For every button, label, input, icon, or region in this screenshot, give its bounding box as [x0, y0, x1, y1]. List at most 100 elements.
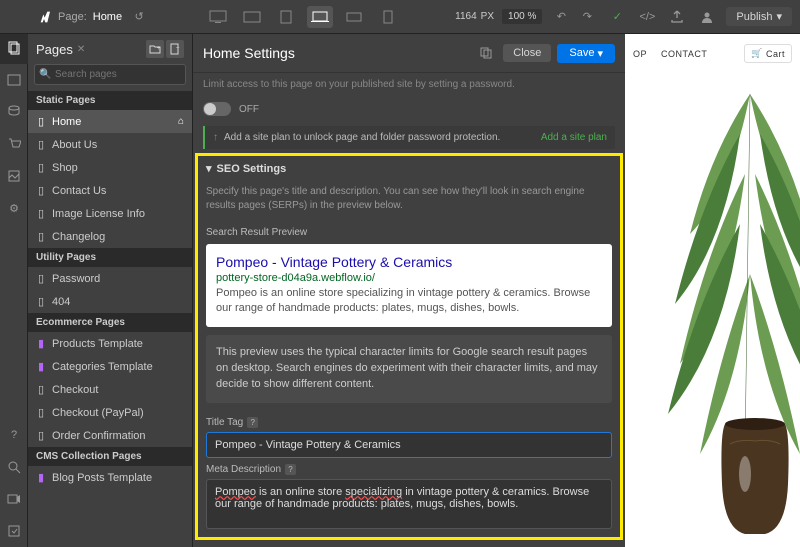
close-panel-icon[interactable]: ✕ — [77, 44, 85, 55]
serp-url: pottery-store-d04a9a.webflow.io/ — [216, 270, 602, 286]
audit-icon[interactable] — [0, 515, 28, 547]
page-item-license[interactable]: ▯Image License Info — [28, 202, 192, 225]
publish-button[interactable]: Publish▾ — [726, 7, 792, 26]
add-site-plan-link[interactable]: Add a site plan — [541, 132, 607, 143]
password-desc: Limit access to this page on your publis… — [203, 73, 615, 96]
page-item-order-confirm[interactable]: ▯Order Confirmation — [28, 424, 192, 447]
video-icon[interactable] — [0, 483, 28, 515]
px-label: PX — [481, 11, 494, 22]
copy-icon[interactable] — [475, 42, 497, 64]
code-icon[interactable]: </> — [636, 6, 658, 28]
upsell-text: Add a site plan to unlock page and folde… — [224, 132, 541, 143]
nav-link[interactable]: CONTACT — [661, 49, 707, 59]
search-icon: 🔍 — [39, 69, 51, 80]
page-item-password[interactable]: ▯Password — [28, 267, 192, 290]
ecommerce-pages-header: Ecommerce Pages — [28, 313, 192, 332]
page-item-contact[interactable]: ▯Contact Us — [28, 179, 192, 202]
meta-desc-label: Meta Description — [206, 464, 281, 475]
serp-title: Pompeo - Vintage Pottery & Ceramics — [216, 254, 602, 270]
page-icon: ▯ — [36, 207, 46, 220]
status-ok-icon: ✓ — [606, 6, 628, 28]
viewport-desktop-icon[interactable] — [205, 6, 231, 28]
undo-icon[interactable]: ↺ — [128, 6, 150, 28]
search-icon[interactable] — [0, 451, 28, 483]
seo-settings-header[interactable]: ▾SEO Settings — [206, 156, 612, 181]
template-icon: ▮ — [36, 337, 46, 350]
page-icon: ▯ — [36, 272, 46, 285]
viewport-tablet-landscape-icon[interactable] — [239, 6, 265, 28]
svg-text:+: + — [157, 46, 161, 52]
serp-info-box: This preview uses the typical character … — [206, 335, 612, 403]
chevron-down-icon: ▾ — [206, 162, 212, 175]
search-preview-label: Search Result Preview — [206, 221, 612, 242]
svg-text:+: + — [176, 46, 180, 52]
seo-desc: Specify this page's title and descriptio… — [206, 181, 612, 221]
page-item-shop[interactable]: ▯Shop — [28, 156, 192, 179]
page-item-checkout-paypal[interactable]: ▯Checkout (PayPal) — [28, 401, 192, 424]
ecommerce-icon[interactable] — [0, 128, 28, 160]
page-icon: ▯ — [36, 184, 46, 197]
search-pages-input[interactable] — [34, 64, 186, 85]
pct-label: % — [527, 11, 536, 22]
page-item-changelog[interactable]: ▯Changelog — [28, 225, 192, 248]
page-label: Page: — [58, 11, 87, 23]
new-folder-button[interactable]: + — [146, 40, 164, 58]
static-pages-header: Static Pages — [28, 91, 192, 110]
template-icon: ▮ — [36, 471, 46, 484]
webflow-logo-icon — [36, 9, 52, 25]
help-icon[interactable]: ? — [247, 417, 258, 428]
page-item-blog-tpl[interactable]: ▮Blog Posts Template — [28, 466, 192, 489]
person-icon[interactable] — [696, 6, 718, 28]
undo-icon[interactable]: ↶ — [550, 6, 572, 28]
page-icon: ▯ — [36, 230, 46, 243]
page-item-home[interactable]: ▯Home⌂ — [28, 110, 192, 133]
cart-button[interactable]: 🛒Cart — [744, 44, 792, 63]
canvas-width[interactable]: 1164 — [455, 11, 477, 22]
zoom-value[interactable]: 100 — [508, 11, 525, 22]
page-name[interactable]: Home — [93, 11, 122, 23]
page-icon: ▯ — [36, 161, 46, 174]
canvas-preview[interactable]: OP CONTACT 🛒Cart — [625, 34, 800, 547]
template-icon: ▮ — [36, 360, 46, 373]
viewport-mobile-icon[interactable] — [375, 6, 401, 28]
viewport-mobile-landscape-icon[interactable] — [341, 6, 367, 28]
hero-plant-image — [625, 74, 800, 547]
redo-icon[interactable]: ↷ — [576, 6, 598, 28]
viewport-tablet-icon[interactable] — [273, 6, 299, 28]
nav-link[interactable]: OP — [633, 49, 647, 59]
page-item-about[interactable]: ▯About Us — [28, 133, 192, 156]
close-button[interactable]: Close — [503, 44, 551, 62]
serp-desc: Pompeo is an online store specializing i… — [216, 286, 602, 317]
help-icon[interactable]: ? — [0, 419, 28, 451]
chevron-down-icon: ▾ — [597, 47, 603, 60]
pages-panel-title: Pages — [36, 42, 73, 57]
new-page-button[interactable]: + — [166, 40, 184, 58]
export-icon[interactable] — [666, 6, 688, 28]
settings-icon[interactable]: ⚙ — [0, 192, 28, 224]
cms-icon[interactable] — [0, 96, 28, 128]
cart-icon: 🛒 — [751, 48, 763, 59]
settings-title: Home Settings — [203, 45, 475, 61]
help-icon[interactable]: ? — [285, 464, 296, 475]
page-icon: ▯ — [36, 295, 46, 308]
assets-icon[interactable] — [0, 160, 28, 192]
page-item-categories-tpl[interactable]: ▮Categories Template — [28, 355, 192, 378]
viewport-laptop-icon[interactable] — [307, 6, 333, 28]
password-toggle[interactable] — [203, 102, 231, 116]
page-item-404[interactable]: ▯404 — [28, 290, 192, 313]
utility-pages-header: Utility Pages — [28, 248, 192, 267]
page-item-products-tpl[interactable]: ▮Products Template — [28, 332, 192, 355]
serp-preview: Pompeo - Vintage Pottery & Ceramics pott… — [206, 244, 612, 327]
navigator-icon[interactable] — [0, 64, 28, 96]
title-tag-label: Title Tag — [206, 417, 243, 428]
page-item-checkout[interactable]: ▯Checkout — [28, 378, 192, 401]
page-icon: ▯ — [36, 383, 46, 396]
og-settings-header[interactable]: ▾Open Graph Settings — [203, 540, 615, 547]
save-button[interactable]: Save▾ — [557, 44, 615, 63]
page-icon: ▯ — [36, 406, 46, 419]
page-icon: ▯ — [36, 115, 46, 128]
pages-icon[interactable] — [0, 32, 28, 64]
title-tag-input[interactable] — [206, 432, 612, 458]
meta-desc-textarea[interactable]: Pompeo is an online store specializing i… — [206, 479, 612, 529]
page-icon: ▯ — [36, 138, 46, 151]
